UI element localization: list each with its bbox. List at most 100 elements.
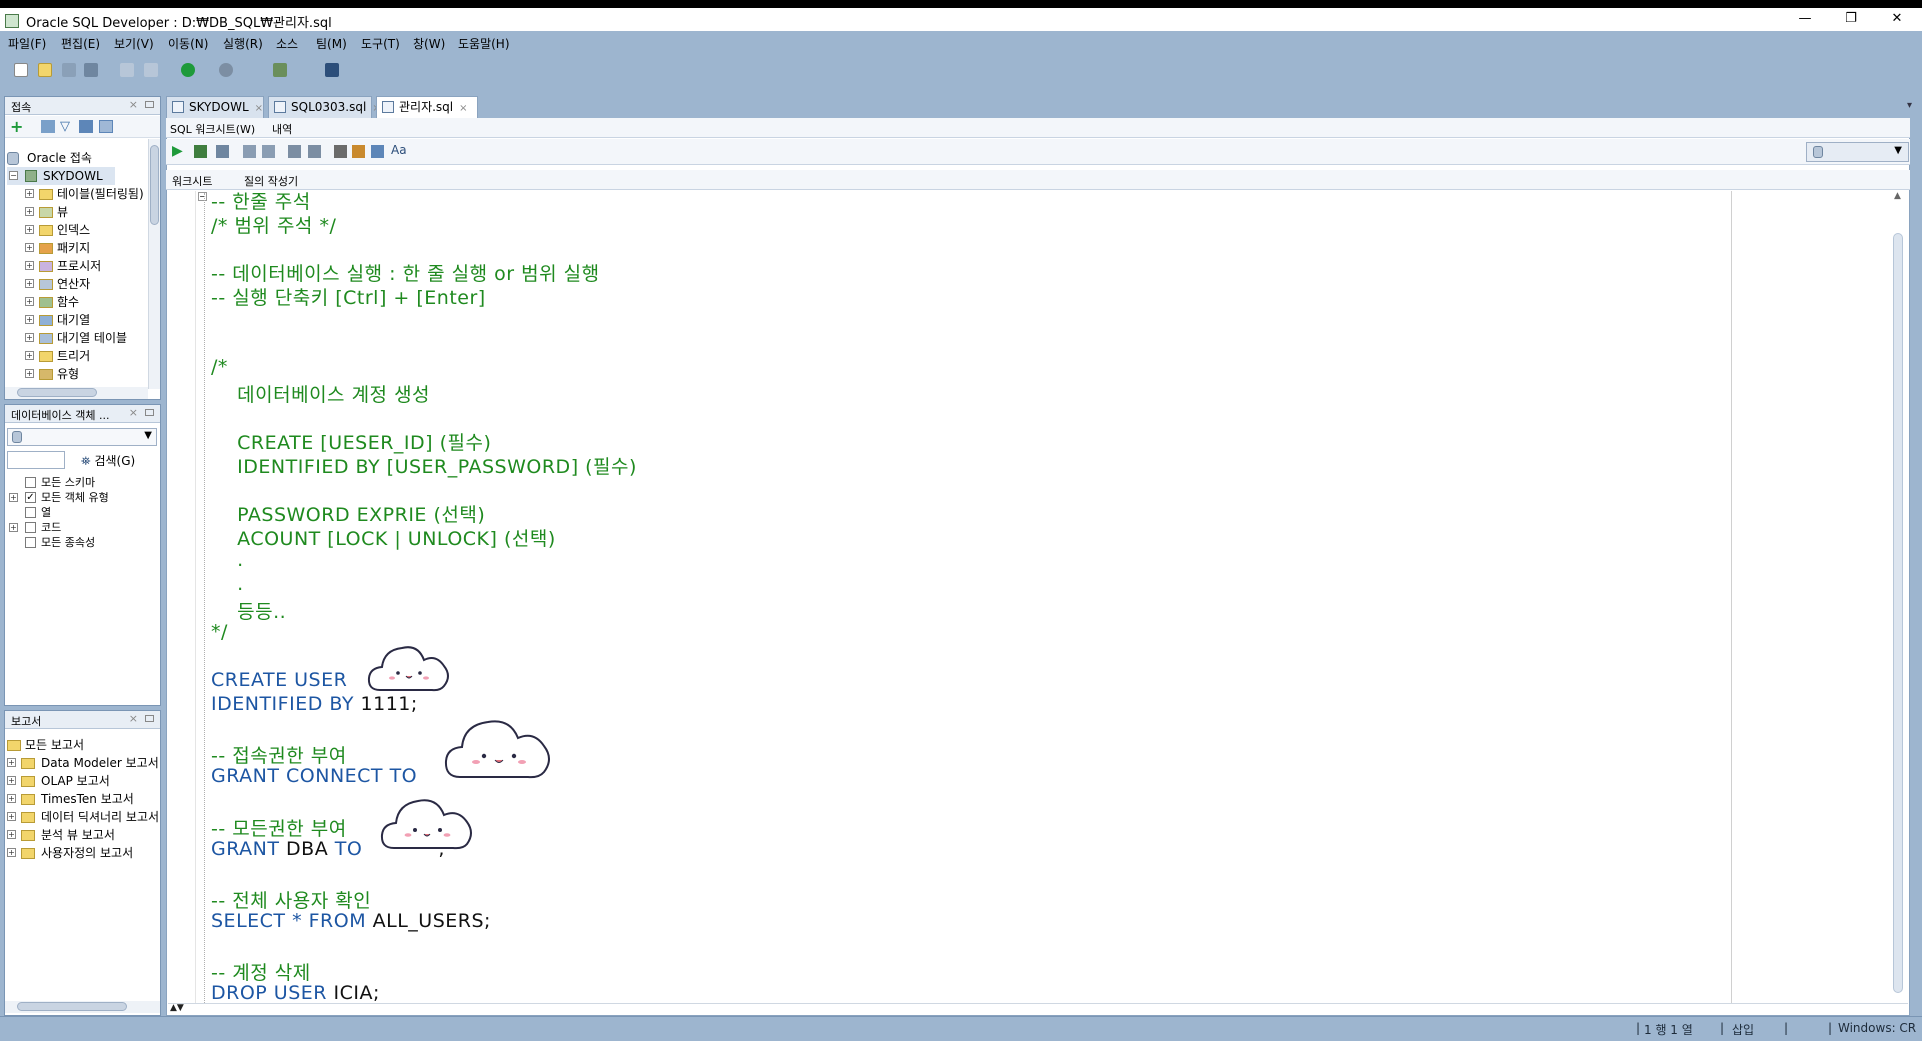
expand-icon[interactable]: +: [25, 243, 34, 252]
back-icon[interactable]: [181, 63, 195, 77]
scroll-thumb[interactable]: [150, 145, 159, 225]
object-folder-icon: [39, 351, 53, 362]
expand-icon[interactable]: +: [25, 315, 34, 324]
close-icon[interactable]: ×: [129, 98, 138, 111]
close-button[interactable]: ✕: [1874, 8, 1920, 30]
expand-icon[interactable]: +: [7, 758, 16, 767]
menu-view[interactable]: 보기(V): [114, 35, 154, 52]
autotrace-icon[interactable]: [216, 145, 229, 158]
expand-icon[interactable]: +: [25, 225, 34, 234]
tree-connection[interactable]: − SKYDOWL: [7, 167, 115, 185]
menu-source[interactable]: 소스: [276, 35, 298, 52]
menu-navigate[interactable]: 이동(N): [168, 35, 208, 52]
close-icon[interactable]: ×: [129, 406, 138, 419]
tab-close-icon[interactable]: ×: [255, 103, 263, 114]
tab-worksheet[interactable]: 워크시트: [172, 173, 212, 189]
scroll-thumb[interactable]: [17, 388, 97, 397]
sql-tuning-icon[interactable]: [308, 145, 321, 158]
format-icon[interactable]: Aa: [391, 143, 407, 157]
menu-window[interactable]: 창(W): [413, 35, 445, 52]
option-checkbox[interactable]: ✓: [25, 492, 36, 503]
option-checkbox[interactable]: [25, 477, 36, 488]
tab-admin-sql[interactable]: 관리자.sql ×: [376, 96, 478, 118]
new-window-icon[interactable]: [99, 120, 113, 133]
expand-icon[interactable]: +: [7, 794, 16, 803]
sql-history-icon[interactable]: [371, 145, 384, 158]
expand-icon[interactable]: +: [25, 297, 34, 306]
scroll-up-icon[interactable]: ▲: [1894, 191, 1901, 201]
expand-icon[interactable]: +: [25, 279, 34, 288]
expand-icon[interactable]: +: [25, 261, 34, 270]
reports-hscroll[interactable]: [5, 1001, 160, 1013]
expand-icon[interactable]: +: [25, 351, 34, 360]
menu-file[interactable]: 파일(F): [8, 35, 46, 52]
explain-plan-icon[interactable]: [288, 145, 301, 158]
search-button[interactable]: ⛯ 검색(G): [81, 452, 135, 469]
menu-run[interactable]: 실행(R): [223, 35, 263, 52]
expand-icon[interactable]: +: [7, 776, 16, 785]
schema-browser-icon[interactable]: [79, 120, 93, 133]
code-editor[interactable]: -- 한줄 주석/* 범위 주석 */ -- 데이터베이스 실행 : 한 줄 실행…: [211, 187, 1711, 1003]
option-checkbox[interactable]: [25, 522, 36, 533]
find-icon[interactable]: [334, 145, 347, 158]
connections-vscroll[interactable]: [148, 139, 160, 389]
minimize-button[interactable]: —: [1782, 8, 1828, 30]
close-icon[interactable]: ×: [129, 712, 138, 725]
tree-item-label: 함수: [57, 295, 80, 309]
connection-select[interactable]: ▼: [7, 428, 157, 446]
menu-edit[interactable]: 편집(E): [61, 35, 100, 52]
expand-icon[interactable]: +: [7, 848, 16, 857]
connections-hscroll[interactable]: [5, 387, 148, 399]
clear-icon[interactable]: [352, 145, 365, 158]
tab-skydowl[interactable]: SKYDOWL ×: [166, 96, 264, 118]
object-search-input[interactable]: [7, 451, 65, 469]
editor-vscroll[interactable]: ▲: [1890, 191, 1908, 1003]
scroll-thumb[interactable]: [17, 1002, 127, 1011]
open-folder-icon[interactable]: [38, 63, 52, 77]
run-statement-icon[interactable]: ▶: [172, 143, 183, 159]
binoculars-icon[interactable]: [325, 63, 339, 77]
restore-button[interactable]: ❐: [1828, 8, 1874, 30]
tab-sql-worksheet[interactable]: SQL 워크시트(W): [170, 121, 255, 137]
save-icon[interactable]: [62, 63, 76, 77]
scroll-left-icon[interactable]: ▲▼: [170, 1003, 184, 1013]
new-file-icon[interactable]: [14, 63, 28, 77]
worksheet-connection-select[interactable]: ▼: [1806, 142, 1909, 162]
refresh-icon[interactable]: [41, 120, 55, 133]
expand-icon[interactable]: +: [25, 369, 34, 378]
db-connect-icon[interactable]: [273, 63, 287, 77]
redo-icon[interactable]: [144, 63, 158, 77]
add-connection-icon[interactable]: +: [10, 117, 23, 136]
filter-icon[interactable]: ▽: [60, 119, 70, 134]
undo-icon[interactable]: [120, 63, 134, 77]
minimize-icon[interactable]: [145, 715, 154, 722]
expand-icon[interactable]: +: [25, 207, 34, 216]
menu-team[interactable]: 팀(M): [316, 35, 347, 52]
menu-tools[interactable]: 도구(T): [361, 35, 400, 52]
tree-item-label: 대기열 테이블: [57, 331, 128, 345]
expand-icon[interactable]: +: [25, 189, 34, 198]
save-all-icon[interactable]: [84, 63, 98, 77]
expand-icon[interactable]: +: [25, 333, 34, 342]
tab-sql0303[interactable]: SQL0303.sql×: [268, 96, 381, 118]
scroll-thumb[interactable]: [1893, 233, 1903, 993]
tab-close-icon[interactable]: ×: [459, 103, 467, 114]
fold-icon[interactable]: −: [198, 192, 207, 201]
option-checkbox[interactable]: [25, 507, 36, 518]
expand-icon[interactable]: +: [7, 830, 16, 839]
editor-hscroll[interactable]: ▲▼: [168, 1003, 1908, 1015]
collapse-icon[interactable]: −: [9, 171, 18, 180]
expand-icon[interactable]: +: [7, 812, 16, 821]
forward-icon[interactable]: [219, 63, 233, 77]
minimize-icon[interactable]: [145, 101, 154, 108]
expand-icon[interactable]: +: [9, 523, 18, 532]
menu-help[interactable]: 도움말(H): [458, 35, 510, 52]
tab-history[interactable]: 내역: [272, 121, 292, 137]
option-checkbox[interactable]: [25, 537, 36, 548]
minimize-icon[interactable]: [145, 409, 154, 416]
expand-icon[interactable]: +: [9, 493, 18, 502]
tab-list-icon[interactable]: ▾: [1907, 100, 1912, 111]
run-script-icon[interactable]: [194, 145, 207, 158]
rollback-icon[interactable]: [262, 145, 275, 158]
commit-icon[interactable]: [243, 145, 256, 158]
